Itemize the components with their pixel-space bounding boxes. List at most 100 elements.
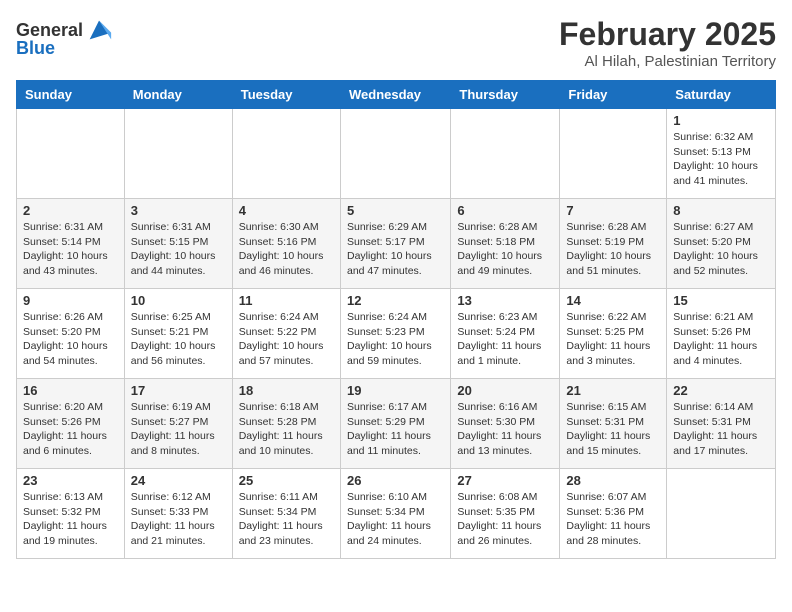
day-info: Sunrise: 6:28 AM Sunset: 5:19 PM Dayligh… — [566, 220, 660, 279]
day-info: Sunrise: 6:08 AM Sunset: 5:35 PM Dayligh… — [457, 490, 553, 549]
calendar-cell: 19 Sunrise: 6:17 AM Sunset: 5:29 PM Dayli… — [340, 379, 450, 469]
calendar-cell: 15Sunrise: 6:21 AM Sunset: 5:26 PM Dayli… — [667, 289, 776, 379]
day-number: 5 — [347, 203, 444, 218]
weekday-header-wednesday: Wednesday — [340, 81, 450, 109]
day-info: Sunrise: 6:13 AM Sunset: 5:32 PM Dayligh… — [23, 490, 118, 549]
month-title: February 2025 — [559, 16, 776, 53]
logo-icon — [85, 16, 113, 44]
calendar-cell: 13Sunrise: 6:23 AM Sunset: 5:24 PM Dayli… — [451, 289, 560, 379]
calendar-cell — [17, 109, 125, 199]
calendar-cell — [451, 109, 560, 199]
calendar-week-row: 16 Sunrise: 6:20 AM Sunset: 5:26 PM Dayli… — [17, 379, 776, 469]
calendar-week-row: 1 Sunrise: 6:32 AM Sunset: 5:13 PM Daylig… — [17, 109, 776, 199]
day-number: 23 — [23, 473, 118, 488]
day-info: Sunrise: 6:29 AM Sunset: 5:17 PM Dayligh… — [347, 220, 444, 279]
day-info: Sunrise: 6:07 AM Sunset: 5:36 PM Dayligh… — [566, 490, 660, 549]
day-number: 10 — [131, 293, 226, 308]
calendar-cell: 12 Sunrise: 6:24 AM Sunset: 5:23 PM Dayli… — [340, 289, 450, 379]
day-number: 28 — [566, 473, 660, 488]
day-number: 8 — [673, 203, 769, 218]
day-number: 22 — [673, 383, 769, 398]
day-number: 19 — [347, 383, 444, 398]
calendar-cell — [667, 469, 776, 559]
weekday-header-monday: Monday — [124, 81, 232, 109]
day-number: 11 — [239, 293, 334, 308]
day-number: 27 — [457, 473, 553, 488]
day-number: 16 — [23, 383, 118, 398]
day-info: Sunrise: 6:25 AM Sunset: 5:21 PM Dayligh… — [131, 310, 226, 369]
calendar-cell: 18 Sunrise: 6:18 AM Sunset: 5:28 PM Dayli… — [232, 379, 340, 469]
day-info: Sunrise: 6:24 AM Sunset: 5:23 PM Dayligh… — [347, 310, 444, 369]
day-info: Sunrise: 6:16 AM Sunset: 5:30 PM Dayligh… — [457, 400, 553, 459]
day-info: Sunrise: 6:21 AM Sunset: 5:26 PM Dayligh… — [673, 310, 769, 369]
logo: General Blue — [16, 16, 113, 59]
calendar-cell: 27 Sunrise: 6:08 AM Sunset: 5:35 PM Dayli… — [451, 469, 560, 559]
calendar-week-row: 2 Sunrise: 6:31 AM Sunset: 5:14 PM Daylig… — [17, 199, 776, 289]
weekday-header-friday: Friday — [560, 81, 667, 109]
calendar-cell: 7 Sunrise: 6:28 AM Sunset: 5:19 PM Daylig… — [560, 199, 667, 289]
day-number: 1 — [673, 113, 769, 128]
day-number: 3 — [131, 203, 226, 218]
calendar-cell: 3 Sunrise: 6:31 AM Sunset: 5:15 PM Daylig… — [124, 199, 232, 289]
calendar-cell: 1 Sunrise: 6:32 AM Sunset: 5:13 PM Daylig… — [667, 109, 776, 199]
day-number: 24 — [131, 473, 226, 488]
day-info: Sunrise: 6:26 AM Sunset: 5:20 PM Dayligh… — [23, 310, 118, 369]
day-number: 18 — [239, 383, 334, 398]
day-number: 6 — [457, 203, 553, 218]
day-info: Sunrise: 6:18 AM Sunset: 5:28 PM Dayligh… — [239, 400, 334, 459]
calendar-cell: 28 Sunrise: 6:07 AM Sunset: 5:36 PM Dayli… — [560, 469, 667, 559]
day-info: Sunrise: 6:10 AM Sunset: 5:34 PM Dayligh… — [347, 490, 444, 549]
day-info: Sunrise: 6:14 AM Sunset: 5:31 PM Dayligh… — [673, 400, 769, 459]
weekday-header-tuesday: Tuesday — [232, 81, 340, 109]
calendar-cell: 26Sunrise: 6:10 AM Sunset: 5:34 PM Dayli… — [340, 469, 450, 559]
day-number: 2 — [23, 203, 118, 218]
calendar-cell: 21 Sunrise: 6:15 AM Sunset: 5:31 PM Dayli… — [560, 379, 667, 469]
calendar-cell: 25Sunrise: 6:11 AM Sunset: 5:34 PM Dayli… — [232, 469, 340, 559]
weekday-header-thursday: Thursday — [451, 81, 560, 109]
day-number: 4 — [239, 203, 334, 218]
calendar-cell: 4 Sunrise: 6:30 AM Sunset: 5:16 PM Daylig… — [232, 199, 340, 289]
day-info: Sunrise: 6:31 AM Sunset: 5:15 PM Dayligh… — [131, 220, 226, 279]
day-info: Sunrise: 6:30 AM Sunset: 5:16 PM Dayligh… — [239, 220, 334, 279]
day-info: Sunrise: 6:17 AM Sunset: 5:29 PM Dayligh… — [347, 400, 444, 459]
calendar-cell: 2 Sunrise: 6:31 AM Sunset: 5:14 PM Daylig… — [17, 199, 125, 289]
calendar-cell — [560, 109, 667, 199]
calendar-cell — [124, 109, 232, 199]
day-number: 9 — [23, 293, 118, 308]
day-info: Sunrise: 6:32 AM Sunset: 5:13 PM Dayligh… — [673, 130, 769, 189]
day-info: Sunrise: 6:22 AM Sunset: 5:25 PM Dayligh… — [566, 310, 660, 369]
calendar-cell: 8 Sunrise: 6:27 AM Sunset: 5:20 PM Daylig… — [667, 199, 776, 289]
calendar-cell: 20 Sunrise: 6:16 AM Sunset: 5:30 PM Dayli… — [451, 379, 560, 469]
day-number: 20 — [457, 383, 553, 398]
day-info: Sunrise: 6:28 AM Sunset: 5:18 PM Dayligh… — [457, 220, 553, 279]
title-area: February 2025 Al Hilah, Palestinian Terr… — [559, 16, 776, 70]
day-info: Sunrise: 6:20 AM Sunset: 5:26 PM Dayligh… — [23, 400, 118, 459]
day-number: 13 — [457, 293, 553, 308]
calendar-cell: 24 Sunrise: 6:12 AM Sunset: 5:33 PM Dayli… — [124, 469, 232, 559]
day-number: 12 — [347, 293, 444, 308]
calendar-cell: 23 Sunrise: 6:13 AM Sunset: 5:32 PM Dayli… — [17, 469, 125, 559]
day-number: 14 — [566, 293, 660, 308]
weekday-header-row: SundayMondayTuesdayWednesdayThursdayFrid… — [17, 81, 776, 109]
day-number: 7 — [566, 203, 660, 218]
calendar-cell — [232, 109, 340, 199]
calendar-cell: 22 Sunrise: 6:14 AM Sunset: 5:31 PM Dayli… — [667, 379, 776, 469]
day-info: Sunrise: 6:24 AM Sunset: 5:22 PM Dayligh… — [239, 310, 334, 369]
header: General Blue February 2025 Al Hilah, Pal… — [16, 16, 776, 70]
day-number: 21 — [566, 383, 660, 398]
calendar-week-row: 23 Sunrise: 6:13 AM Sunset: 5:32 PM Dayli… — [17, 469, 776, 559]
day-info: Sunrise: 6:31 AM Sunset: 5:14 PM Dayligh… — [23, 220, 118, 279]
day-info: Sunrise: 6:27 AM Sunset: 5:20 PM Dayligh… — [673, 220, 769, 279]
day-info: Sunrise: 6:11 AM Sunset: 5:34 PM Dayligh… — [239, 490, 334, 549]
location-title: Al Hilah, Palestinian Territory — [559, 53, 776, 70]
weekday-header-sunday: Sunday — [17, 81, 125, 109]
calendar-week-row: 9 Sunrise: 6:26 AM Sunset: 5:20 PM Daylig… — [17, 289, 776, 379]
day-info: Sunrise: 6:19 AM Sunset: 5:27 PM Dayligh… — [131, 400, 226, 459]
calendar-cell — [340, 109, 450, 199]
calendar-cell: 16 Sunrise: 6:20 AM Sunset: 5:26 PM Dayli… — [17, 379, 125, 469]
calendar-cell: 5 Sunrise: 6:29 AM Sunset: 5:17 PM Daylig… — [340, 199, 450, 289]
day-info: Sunrise: 6:12 AM Sunset: 5:33 PM Dayligh… — [131, 490, 226, 549]
calendar-cell: 6 Sunrise: 6:28 AM Sunset: 5:18 PM Daylig… — [451, 199, 560, 289]
day-info: Sunrise: 6:15 AM Sunset: 5:31 PM Dayligh… — [566, 400, 660, 459]
day-number: 17 — [131, 383, 226, 398]
